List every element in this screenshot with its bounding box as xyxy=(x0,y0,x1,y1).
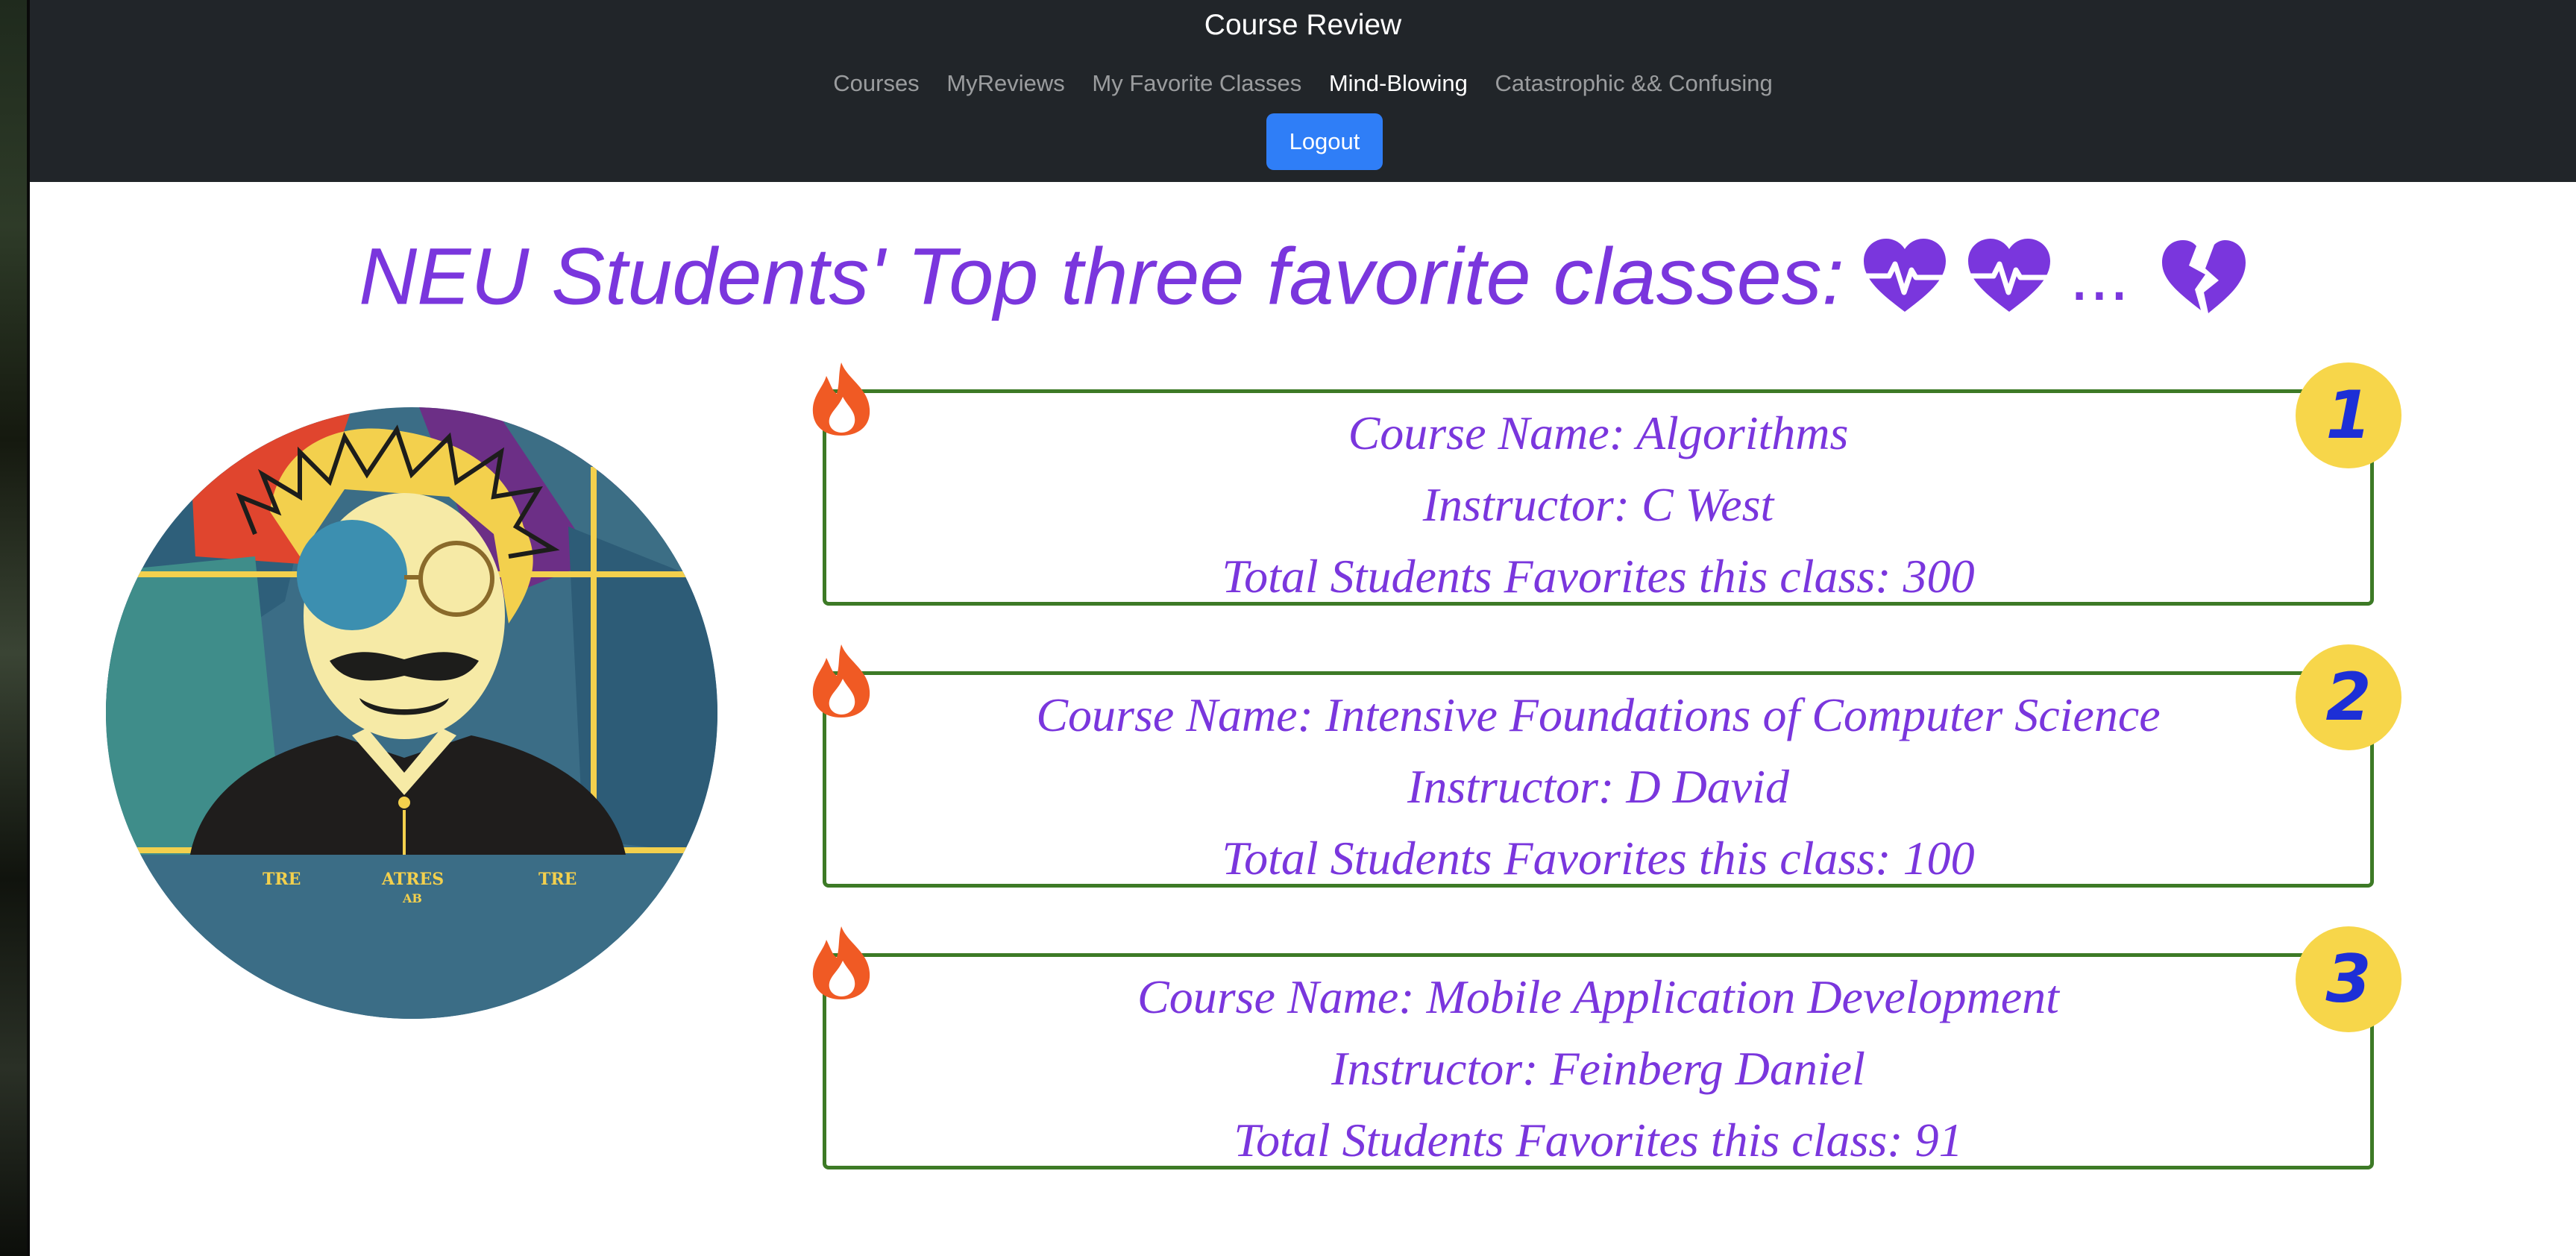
broken-heart-icon xyxy=(2161,240,2246,314)
nav-link-myreviews[interactable]: MyReviews xyxy=(946,66,1064,101)
course-instructor: Instructor: C West xyxy=(1422,478,1774,531)
fire-icon xyxy=(812,644,870,718)
course-name: Course Name: Algorithms xyxy=(1348,406,1849,459)
course-instructor: Instructor: D David xyxy=(1407,760,1789,813)
course-card-3: Course Name: Mobile Application Developm… xyxy=(823,953,2374,1169)
course-name: Course Name: Intensive Foundations of Co… xyxy=(1036,688,2161,741)
navbar: Course Review Courses MyReviews My Favor… xyxy=(30,0,2576,182)
rank-badge-1: 1 xyxy=(2296,362,2401,468)
nav-link-my-favorite-classes[interactable]: My Favorite Classes xyxy=(1092,66,1301,101)
nav-link-catastrophic-confusing[interactable]: Catastrophic && Confusing xyxy=(1495,66,1773,101)
fire-icon xyxy=(812,926,870,999)
brand-title[interactable]: Course Review xyxy=(30,7,2576,43)
portrait-caption-3: TRE xyxy=(538,870,577,889)
heading-ellipsis: ... xyxy=(2069,236,2129,316)
portrait-caption-4: AB xyxy=(402,891,422,905)
nav-link-mind-blowing[interactable]: Mind-Blowing xyxy=(1329,66,1468,101)
course-card-2: Course Name: Intensive Foundations of Co… xyxy=(823,671,2374,888)
logout-button[interactable]: Logout xyxy=(1266,113,1383,170)
heartbeat-icon xyxy=(1863,239,1946,313)
page-title: NEU Students' Top three favorite classes… xyxy=(359,230,1844,321)
portrait-caption-2: ATRES xyxy=(381,870,444,889)
einstein-portrait: TRE ATRES TRE AB xyxy=(106,407,717,1019)
heartbeat-icon xyxy=(1967,239,2050,313)
page-heading: NEU Students' Top three favorite classes… xyxy=(30,218,2576,322)
rank-badge-3: 3 xyxy=(2296,926,2401,1032)
portrait-caption-1: TRE xyxy=(263,870,301,889)
course-favorites: Total Students Favorites this class: 91 xyxy=(1234,1114,1963,1166)
course-favorites: Total Students Favorites this class: 300 xyxy=(1222,550,1975,603)
background-photo-strip xyxy=(0,0,30,1256)
fire-icon xyxy=(812,362,870,436)
course-card-1: Course Name: Algorithms Instructor: C We… xyxy=(823,389,2374,606)
portrait-image: TRE ATRES TRE AB xyxy=(106,407,717,1019)
nav-links: Courses MyReviews My Favorite Classes Mi… xyxy=(30,66,2576,101)
nav-link-courses[interactable]: Courses xyxy=(833,66,919,101)
course-favorites: Total Students Favorites this class: 100 xyxy=(1222,832,1975,885)
course-instructor: Instructor: Feinberg Daniel xyxy=(1331,1042,1865,1095)
rank-badge-2: 2 xyxy=(2296,644,2401,750)
course-name: Course Name: Mobile Application Developm… xyxy=(1137,970,2059,1023)
